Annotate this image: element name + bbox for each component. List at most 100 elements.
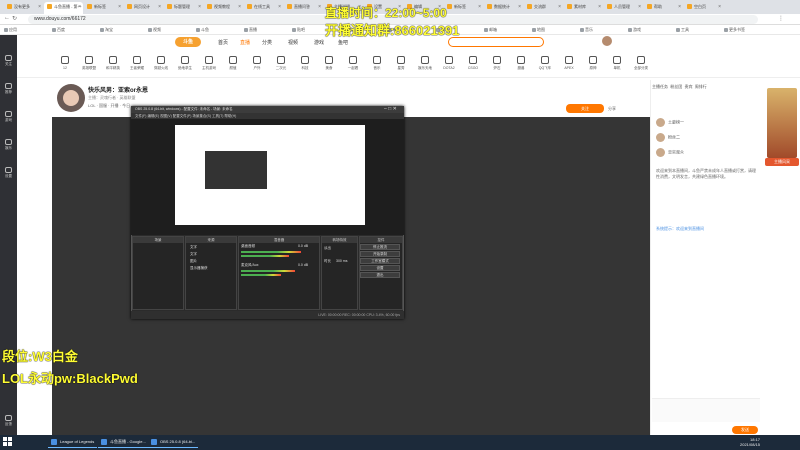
share-button[interactable]: 分享 <box>608 104 628 113</box>
browser-tab[interactable]: 交流群 × <box>524 2 563 14</box>
bookmark-item[interactable]: 音乐 <box>580 27 593 33</box>
category-item[interactable]: 主机游戏 <box>200 56 218 71</box>
follow-button[interactable]: 关注 <box>566 104 604 113</box>
chat-input[interactable] <box>652 398 760 422</box>
close-icon[interactable]: × <box>478 4 481 10</box>
close-icon[interactable]: × <box>558 4 561 10</box>
close-icon[interactable]: × <box>238 4 241 10</box>
category-item[interactable]: 原神 <box>584 56 602 71</box>
close-icon[interactable]: × <box>718 4 721 10</box>
close-icon[interactable]: × <box>198 4 201 10</box>
category-item[interactable]: 12 <box>56 56 74 70</box>
category-item[interactable]: 魔兽 <box>512 56 530 71</box>
streamer-avatar[interactable] <box>57 84 85 112</box>
browser-tab[interactable]: 新标签 × <box>84 2 123 14</box>
browser-tab[interactable]: 视频教程 × <box>204 2 243 14</box>
category-item[interactable]: 绝地求生 <box>176 56 194 71</box>
system-clock[interactable]: 18:17 2021/08/15 <box>740 437 760 447</box>
studio-mode-button[interactable]: 工作室模式 <box>360 258 400 264</box>
bookmark-item[interactable]: 更多书签 <box>724 27 745 33</box>
send-button[interactable]: 发送 <box>732 426 758 434</box>
category-item[interactable]: 一起看 <box>344 56 362 71</box>
start-recording-button[interactable]: 开始录制 <box>360 251 400 257</box>
sidebar-item-settings[interactable]: 设置 <box>2 167 15 179</box>
browser-tab[interactable]: 网页设计 × <box>124 2 163 14</box>
browser-tab[interactable]: 帮助 × <box>644 2 683 14</box>
close-icon[interactable]: × <box>518 4 521 10</box>
bookmark-item[interactable]: 贴吧 <box>292 27 305 33</box>
category-item[interactable]: 音乐 <box>368 56 386 71</box>
rank-item[interactable]: 忠实观众 <box>656 148 684 157</box>
settings-button[interactable]: 设置 <box>360 265 400 271</box>
category-item[interactable]: 户外 <box>248 56 266 71</box>
obs-window-controls[interactable]: – □ ✕ <box>384 106 397 112</box>
exit-button[interactable]: 退出 <box>360 272 400 278</box>
browser-tab[interactable]: 没有更多 × <box>4 2 43 14</box>
bookmark-item[interactable]: 斗鱼 <box>196 27 209 33</box>
browser-tab[interactable]: 斗鱼直播 - 第一 × <box>44 2 83 14</box>
search-input[interactable] <box>448 37 544 47</box>
rank-item[interactable]: 土豪榜一 <box>656 118 684 127</box>
category-item[interactable]: 穿越火线 <box>152 56 170 71</box>
stop-stream-button[interactable]: 停止推流 <box>360 244 400 250</box>
taskbar-item-chrome[interactable]: 斗鱼直播 - Google... <box>98 437 149 448</box>
close-icon[interactable]: × <box>118 4 121 10</box>
bookmark-item[interactable]: 游戏 <box>628 27 641 33</box>
sidebar-item-follow[interactable]: 关注 <box>2 55 15 67</box>
category-item[interactable]: 美食 <box>320 56 338 71</box>
browser-tab[interactable]: 在线工具 × <box>244 2 283 14</box>
category-item[interactable]: 颜值 <box>224 56 242 71</box>
bookmark-item[interactable]: 淘宝 <box>100 27 113 33</box>
close-icon[interactable]: × <box>38 4 41 10</box>
category-item[interactable]: 科技 <box>296 56 314 71</box>
bookmark-item[interactable]: 应用 <box>4 27 17 33</box>
nav-games[interactable]: 游戏 <box>314 39 324 46</box>
sidebar-item-games[interactable]: 游戏 <box>2 111 15 123</box>
transition-select[interactable]: 淡出 <box>324 246 331 251</box>
duration-input[interactable]: 300 ms <box>336 259 347 263</box>
close-icon[interactable]: × <box>78 4 81 10</box>
sidebar-item-recommend[interactable]: 推荐 <box>2 83 15 95</box>
category-item[interactable]: 星秀 <box>392 56 410 71</box>
close-icon[interactable]: × <box>598 4 601 10</box>
source-item[interactable]: 图片 <box>190 259 197 264</box>
source-item[interactable]: 文字 <box>190 252 197 257</box>
back-icon[interactable]: ← <box>4 15 10 21</box>
ad-banner-label[interactable]: 主播风采 <box>765 158 799 166</box>
ad-banner-image[interactable] <box>767 88 797 158</box>
category-item[interactable]: CSGO <box>464 56 482 70</box>
avatar[interactable] <box>602 36 612 46</box>
menu-icon[interactable]: ⋮ <box>778 15 784 22</box>
source-item[interactable]: 显示器捕获 <box>190 266 208 271</box>
nav-yuba[interactable]: 鱼吧 <box>338 39 348 46</box>
bookmark-item[interactable]: 视频 <box>148 27 161 33</box>
nav-live[interactable]: 直播 <box>240 39 250 46</box>
close-icon[interactable]: × <box>678 4 681 10</box>
browser-tab[interactable]: 空白页 × <box>684 2 723 14</box>
source-item[interactable]: 文字 <box>190 245 197 250</box>
nav-home[interactable]: 首页 <box>218 39 228 46</box>
tab-fans[interactable]: 粉丝团 <box>670 84 682 89</box>
bookmark-item[interactable]: 工具 <box>676 27 689 33</box>
sidebar-item-feedback[interactable]: 反馈 <box>2 415 15 427</box>
taskbar-item-obs[interactable]: OBS 25.0.8 (64-bi... <box>148 437 199 448</box>
category-item[interactable]: 王者荣耀 <box>128 56 146 71</box>
windows-start-icon[interactable] <box>3 437 13 447</box>
browser-tab[interactable]: 标题管理 × <box>164 2 203 14</box>
bookmark-item[interactable]: 百度 <box>52 27 65 33</box>
nav-category[interactable]: 分类 <box>262 39 272 46</box>
bookmark-item[interactable]: 邮箱 <box>484 27 497 33</box>
category-item[interactable]: 炉石 <box>488 56 506 71</box>
close-icon[interactable]: × <box>158 4 161 10</box>
nav-video[interactable]: 视频 <box>288 39 298 46</box>
category-item[interactable]: DOTA2 <box>440 56 458 70</box>
site-logo[interactable]: 斗鱼 <box>175 37 201 47</box>
tab-vip[interactable]: 贵宾 <box>684 84 692 89</box>
category-item[interactable]: 全部分类 <box>632 56 650 71</box>
rank-item[interactable]: 粉丝二 <box>656 133 680 142</box>
category-item[interactable]: 二次元 <box>272 56 290 71</box>
bookmark-item[interactable]: 直播 <box>244 27 257 33</box>
close-icon[interactable]: × <box>278 4 281 10</box>
category-item[interactable]: APEX <box>560 56 578 70</box>
taskbar-item-lol[interactable]: League of Legends <box>48 437 98 448</box>
